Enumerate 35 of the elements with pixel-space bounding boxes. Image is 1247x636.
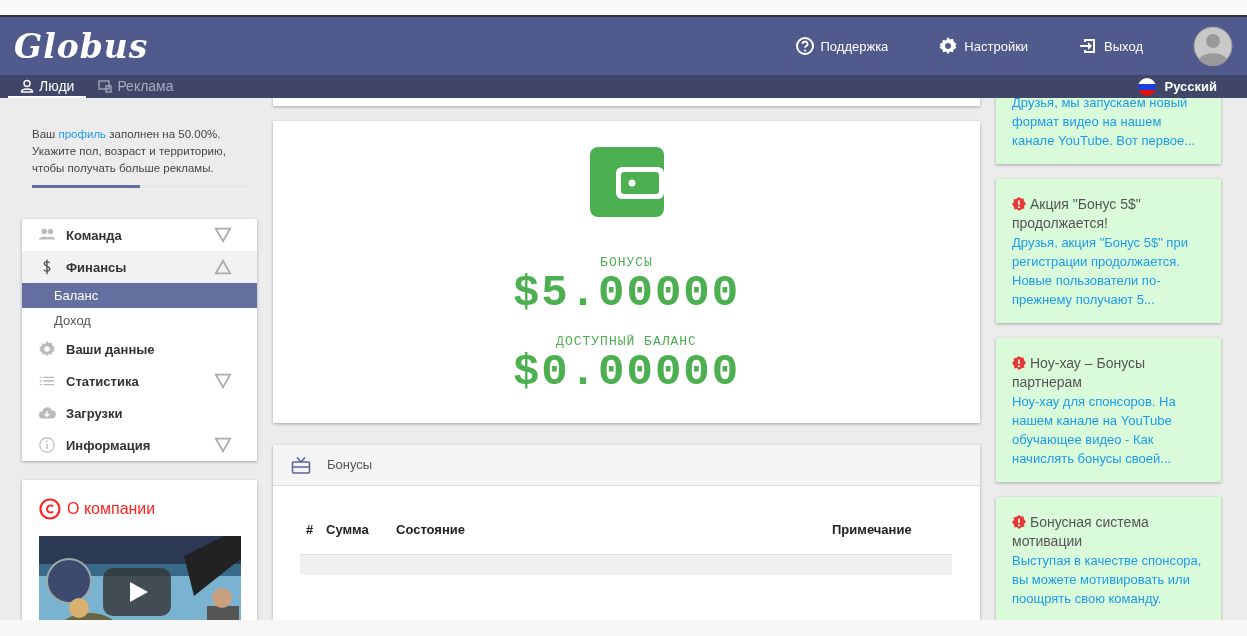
news-title: Акция "Бонус 5$" продолжается! [1012,195,1142,233]
balance-value: $0.00000 [512,349,741,396]
news-text: Друзья, акция "Бонус 5$" при регистрации продолжается. Новые пользователи по-прежнему получают 5... [1012,234,1189,309]
menu-item[interactable]: Загрузки [22,397,257,429]
submenu-item[interactable]: Баланс [22,283,257,308]
logout-link[interactable]: Выход [1078,36,1143,56]
news-text: Выступая в качестве спонсора, вы можете мотивировать или поощрять свою команду. [1012,552,1203,608]
column-header: Сумма [326,521,370,537]
nav-tab[interactable]: Реклама [86,75,186,98]
column-header: Примечание [832,521,913,537]
balance-label: БОНУСЫ [600,255,653,271]
menu-item[interactable]: Команда [22,219,257,251]
column-header: # [306,521,315,537]
news-title: Ноу-хау – Бонусы партнерам [1012,354,1147,392]
bonuses-title: Бонусы [327,457,373,473]
column-header: Состояние [396,521,466,537]
news-card[interactable]: Акция "Бонус 5$" продолжается! Друзья, акция "Бонус 5$" при регистрации продолжается. Новые пользователи по-прежнему получают 5... [996,179,1221,323]
submenu-item[interactable]: Доход [22,308,257,333]
profile-message: Ваш профиль заполнен на 50.00%. Укажите пол, возраст и территорию, чтобы получать больше рекламы. [31,127,227,176]
logo[interactable]: Globus [14,26,149,66]
news-card[interactable]: Бонусная система мотивации Выступая в качестве спонсора, вы можете мотивировать или поощрять свою команду. [996,497,1221,620]
news-text: Друзья, мы запускаем новый формат видео на нашем канале YouTube. Вот первое... [1012,98,1197,150]
menu-item[interactable]: Финансы [22,251,257,283]
support-link[interactable]: Поддержка [794,36,889,56]
balance-label: ДОСТУПНЫЙ БАЛАНС [556,334,697,350]
menu-item[interactable]: Информация [22,429,257,461]
news-title: Бонусная система мотивации [1012,513,1150,551]
menu-item[interactable]: Статистика [22,365,257,397]
settings-link[interactable]: Настройки [938,36,1029,56]
news-text: Ноу-хау для спонсоров. На нашем канале на YouTube обучающее видео - Как начислять бонусы своей... [1012,393,1177,468]
balance-value: $5.00000 [512,270,741,317]
language-selector[interactable]: Русский [1138,75,1217,98]
about-title: О компании [67,500,156,518]
news-card[interactable]: Ноу-хау – Бонусы партнерам Ноу-хау для спонсоров. На нашем канале на YouTube обучающее видео - Как начислять бонусы своей... [996,338,1221,482]
menu-item[interactable]: Ваши данные [22,333,257,365]
